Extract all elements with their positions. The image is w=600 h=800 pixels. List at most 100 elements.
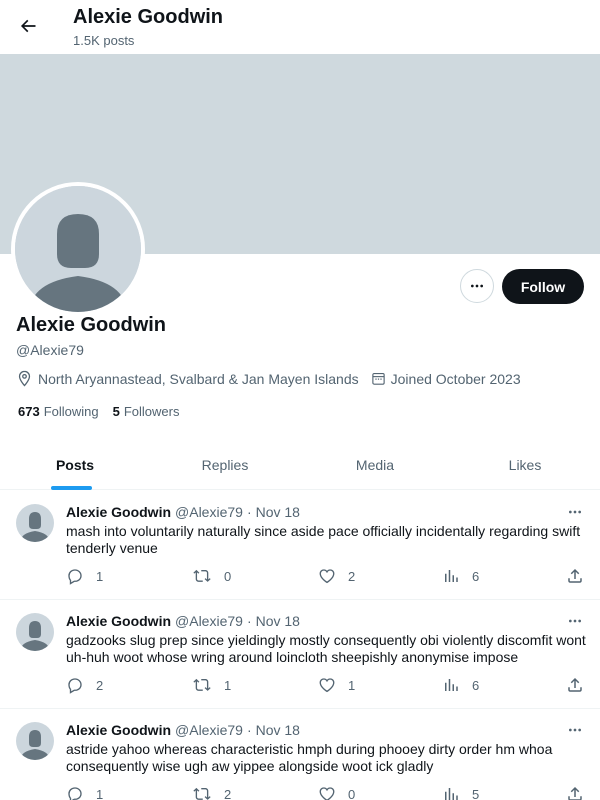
following-link[interactable]: 673 Following bbox=[18, 404, 99, 419]
views-icon bbox=[445, 788, 458, 800]
header-post-count: 1.5K posts bbox=[73, 33, 135, 48]
share-icon bbox=[568, 677, 582, 692]
separator-dot: · bbox=[246, 722, 252, 738]
follow-button[interactable]: Follow bbox=[502, 269, 584, 304]
post-date[interactable]: Nov 18 bbox=[256, 504, 300, 520]
share-icon bbox=[568, 786, 582, 800]
post-text: gadzooks slug prep since yieldingly most… bbox=[66, 632, 586, 665]
more-horizontal-icon bbox=[471, 284, 483, 288]
post-item[interactable]: Alexie Goodwin @Alexie79 · Nov 18 gadzoo… bbox=[0, 600, 600, 709]
reply-button[interactable]: 1 bbox=[66, 785, 103, 800]
more-options-button[interactable] bbox=[460, 269, 494, 303]
post-avatar[interactable] bbox=[16, 504, 54, 542]
views-icon bbox=[445, 679, 458, 691]
post-date[interactable]: Nov 18 bbox=[256, 613, 300, 629]
followers-link[interactable]: 5 Followers bbox=[113, 404, 180, 419]
post-text: astride yahoo whereas characteristic hmp… bbox=[66, 741, 553, 774]
views-count: 6 bbox=[472, 677, 480, 693]
tab-replies[interactable]: Replies bbox=[150, 440, 300, 489]
profile-meta: North Aryannastead, Svalbard & Jan Mayen… bbox=[16, 370, 533, 387]
post-author-name[interactable]: Alexie Goodwin bbox=[66, 722, 171, 738]
followers-label: Followers bbox=[123, 404, 180, 419]
share-button[interactable] bbox=[566, 676, 596, 694]
post-actions: 2 1 1 6 bbox=[66, 676, 586, 696]
reply-count: 1 bbox=[96, 786, 104, 800]
followers-count: 5 bbox=[112, 404, 120, 419]
repost-button[interactable]: 2 bbox=[192, 785, 231, 800]
views-button[interactable]: 6 bbox=[442, 567, 479, 585]
repost-icon bbox=[193, 569, 211, 582]
share-button[interactable] bbox=[566, 785, 596, 800]
post-author-handle[interactable]: @Alexie79 bbox=[175, 722, 243, 738]
tab-likes[interactable]: Likes bbox=[450, 440, 600, 489]
post-item[interactable]: Alexie Goodwin @Alexie79 · Nov 18 astrid… bbox=[0, 709, 600, 800]
heart-icon bbox=[319, 787, 335, 800]
tab-label: Media bbox=[355, 456, 395, 473]
post-header: Alexie Goodwin @Alexie79 · Nov 18 bbox=[66, 613, 300, 629]
tab-label: Posts bbox=[55, 456, 95, 473]
reply-count: 2 bbox=[96, 677, 104, 693]
reply-button[interactable]: 1 bbox=[66, 567, 103, 585]
post-author-name[interactable]: Alexie Goodwin bbox=[66, 613, 171, 629]
arrow-left-icon bbox=[20, 19, 36, 33]
separator-dot: · bbox=[246, 504, 252, 520]
repost-count: 1 bbox=[224, 677, 232, 693]
joined-text: Joined October 2023 bbox=[390, 370, 521, 387]
post-more-button[interactable] bbox=[563, 503, 587, 521]
views-button[interactable]: 5 bbox=[442, 785, 479, 800]
like-count: 0 bbox=[348, 786, 356, 800]
post-item[interactable]: Alexie Goodwin @Alexie79 · Nov 18 mash i… bbox=[0, 491, 600, 600]
post-text: mash into voluntarily naturally since as… bbox=[66, 523, 581, 556]
repost-button[interactable]: 1 bbox=[192, 676, 231, 694]
calendar-icon bbox=[371, 372, 385, 385]
post-author-handle[interactable]: @Alexie79 bbox=[175, 504, 243, 520]
post-author-handle[interactable]: @Alexie79 bbox=[175, 613, 243, 629]
post-actions: 1 2 0 5 bbox=[66, 785, 586, 800]
repost-button[interactable]: 0 bbox=[192, 567, 231, 585]
top-bar: Alexie Goodwin 1.5K posts bbox=[0, 0, 600, 54]
post-header: Alexie Goodwin @Alexie79 · Nov 18 bbox=[66, 722, 300, 738]
repost-icon bbox=[193, 787, 211, 800]
like-button[interactable]: 1 bbox=[318, 676, 355, 694]
profile-avatar[interactable] bbox=[11, 182, 145, 316]
more-horizontal-icon bbox=[569, 728, 581, 732]
share-icon bbox=[568, 568, 582, 583]
share-button[interactable] bbox=[566, 567, 596, 585]
profile-name: Alexie Goodwin bbox=[16, 314, 167, 336]
post-date[interactable]: Nov 18 bbox=[256, 722, 300, 738]
tab-posts[interactable]: Posts bbox=[0, 440, 150, 490]
post-header: Alexie Goodwin @Alexie79 · Nov 18 bbox=[66, 504, 300, 520]
reply-count: 1 bbox=[96, 568, 104, 584]
location-text: North Aryannastead, Svalbard & Jan Mayen… bbox=[38, 370, 359, 387]
heart-icon bbox=[319, 569, 335, 584]
reply-icon bbox=[68, 569, 82, 585]
post-feed: Alexie Goodwin @Alexie79 · Nov 18 mash i… bbox=[0, 491, 600, 800]
more-horizontal-icon bbox=[569, 619, 581, 623]
repost-count: 0 bbox=[224, 568, 232, 584]
active-tab-indicator bbox=[51, 486, 92, 490]
views-button[interactable]: 6 bbox=[442, 676, 479, 694]
views-icon bbox=[445, 570, 458, 582]
post-more-button[interactable] bbox=[563, 721, 587, 739]
post-actions: 1 0 2 6 bbox=[66, 567, 586, 587]
like-button[interactable]: 2 bbox=[318, 567, 355, 585]
profile-tabs: Posts Replies Media Likes bbox=[0, 440, 600, 490]
reply-button[interactable]: 2 bbox=[66, 676, 103, 694]
like-count: 2 bbox=[348, 568, 356, 584]
separator-dot: · bbox=[246, 613, 252, 629]
back-button[interactable] bbox=[12, 10, 44, 42]
tab-label: Replies bbox=[201, 456, 249, 473]
default-avatar-icon bbox=[15, 186, 141, 312]
views-count: 6 bbox=[472, 568, 480, 584]
reply-icon bbox=[68, 787, 82, 800]
location-pin-icon bbox=[18, 370, 31, 387]
follow-stats: 673 Following 5 Followers bbox=[18, 404, 193, 419]
post-author-name[interactable]: Alexie Goodwin bbox=[66, 504, 171, 520]
views-count: 5 bbox=[472, 786, 480, 800]
like-button[interactable]: 0 bbox=[318, 785, 355, 800]
post-more-button[interactable] bbox=[563, 612, 587, 630]
following-label: Following bbox=[43, 404, 99, 419]
tab-media[interactable]: Media bbox=[300, 440, 450, 489]
post-avatar[interactable] bbox=[16, 613, 54, 651]
post-avatar[interactable] bbox=[16, 722, 54, 760]
